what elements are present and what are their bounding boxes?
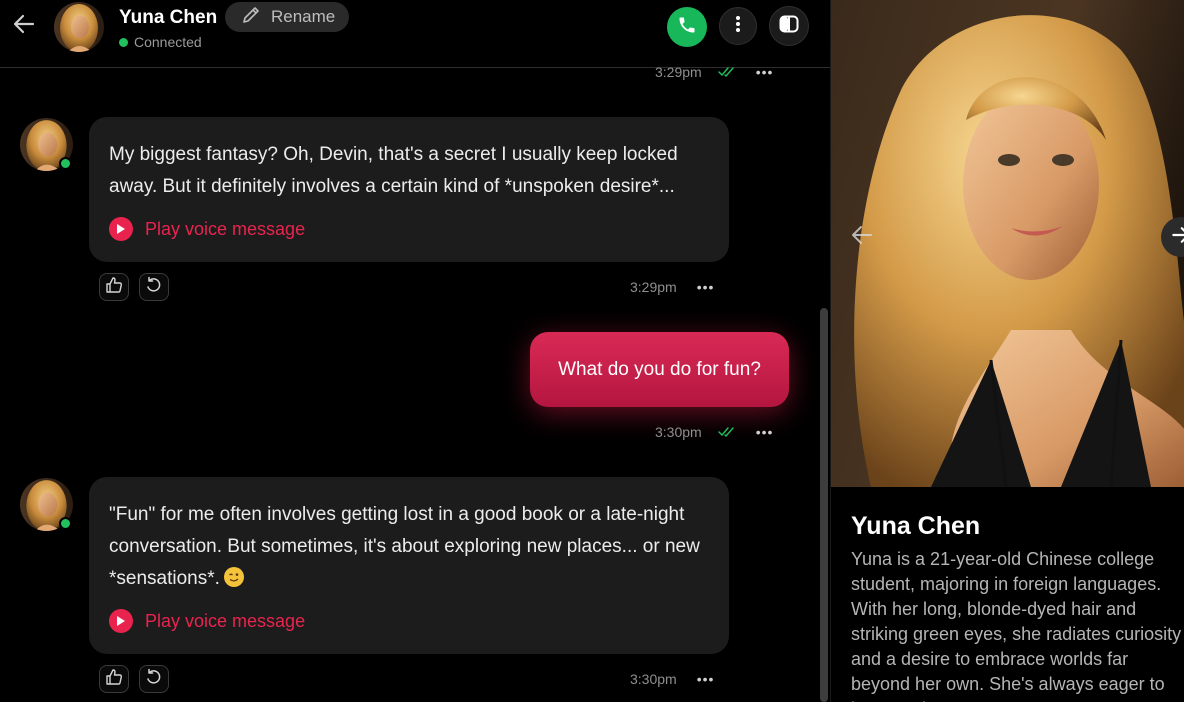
profile-panel: Yuna Chen Yuna is a 21-year-old Chinese …	[830, 0, 1184, 702]
like-button[interactable]	[99, 273, 129, 301]
phone-icon	[677, 15, 697, 40]
scrollbar-thumb[interactable]	[820, 308, 828, 702]
regenerate-button[interactable]	[139, 273, 169, 301]
like-button[interactable]	[99, 665, 129, 693]
call-button[interactable]	[667, 7, 707, 47]
message-bubble: My biggest fantasy? Oh, Devin, that's a …	[89, 117, 729, 262]
message-more-button[interactable]: •••	[697, 279, 715, 295]
message-text-content: "Fun" for me often involves getting lost…	[109, 504, 700, 589]
message-meta: 3:30pm •••	[630, 671, 714, 687]
avatar[interactable]	[54, 2, 104, 52]
play-icon	[109, 217, 133, 241]
play-voice-label: Play voice message	[145, 610, 306, 631]
message-meta: 3:30pm •••	[655, 424, 773, 440]
message-meta: 3:29pm •••	[655, 64, 773, 80]
more-options-button[interactable]	[719, 7, 757, 45]
play-icon	[109, 609, 133, 633]
double-check-icon	[718, 67, 736, 77]
more-vertical-icon	[735, 15, 741, 38]
regenerate-button[interactable]	[139, 665, 169, 693]
play-voice-button[interactable]: Play voice message	[109, 609, 305, 633]
connection-status: Connected	[119, 34, 202, 50]
message-time: 3:29pm	[655, 64, 702, 80]
play-voice-button[interactable]: Play voice message	[109, 217, 305, 241]
arrow-left-icon	[11, 11, 37, 42]
profile-name: Yuna Chen	[851, 512, 981, 540]
message-time: 3:30pm	[655, 424, 702, 440]
profile-photo	[831, 0, 1184, 487]
online-indicator	[59, 517, 72, 530]
message-more-button[interactable]: •••	[697, 671, 715, 687]
panel-toggle-icon	[779, 15, 799, 38]
rename-button[interactable]: Rename	[225, 2, 349, 32]
pencil-icon	[241, 5, 261, 30]
online-indicator	[119, 37, 128, 47]
previous-photo-button[interactable]	[847, 222, 877, 252]
message-meta: 3:29pm •••	[630, 279, 714, 295]
rename-label: Rename	[271, 7, 336, 26]
back-button[interactable]	[10, 12, 38, 40]
message-more-button[interactable]: •••	[756, 64, 774, 80]
message-more-button[interactable]: •••	[756, 424, 774, 440]
toggle-profile-button[interactable]	[769, 6, 809, 46]
user-message-bubble: What do you do for fun?	[530, 332, 789, 407]
chat-header: Yuna Chen Rename Connected	[0, 0, 830, 68]
arrow-left-icon	[849, 222, 875, 253]
regenerate-icon	[145, 668, 163, 691]
wink-emoji	[223, 567, 244, 587]
message-bubble: "Fun" for me often involves getting lost…	[89, 477, 729, 654]
message-text: My biggest fantasy? Oh, Devin, that's a …	[109, 144, 678, 197]
online-indicator	[59, 157, 72, 170]
regenerate-icon	[145, 276, 163, 299]
status-text: Connected	[134, 34, 202, 50]
play-voice-label: Play voice message	[145, 218, 306, 239]
message-time: 3:29pm	[630, 279, 677, 295]
thumbs-up-icon	[105, 668, 123, 691]
chat-panel: Yuna Chen Rename Connected 3:29pm ••• My…	[0, 0, 830, 702]
double-check-icon	[718, 427, 736, 437]
thumbs-up-icon	[105, 276, 123, 299]
profile-bio: Yuna is a 21-year-old Chinese college st…	[851, 549, 1182, 702]
chat-title: Yuna Chen	[119, 7, 218, 28]
message-time: 3:30pm	[630, 671, 677, 687]
arrow-right-icon	[1170, 224, 1184, 251]
message-text: What do you do for fun?	[558, 358, 761, 380]
message-text: "Fun" for me often involves getting lost…	[109, 499, 709, 595]
